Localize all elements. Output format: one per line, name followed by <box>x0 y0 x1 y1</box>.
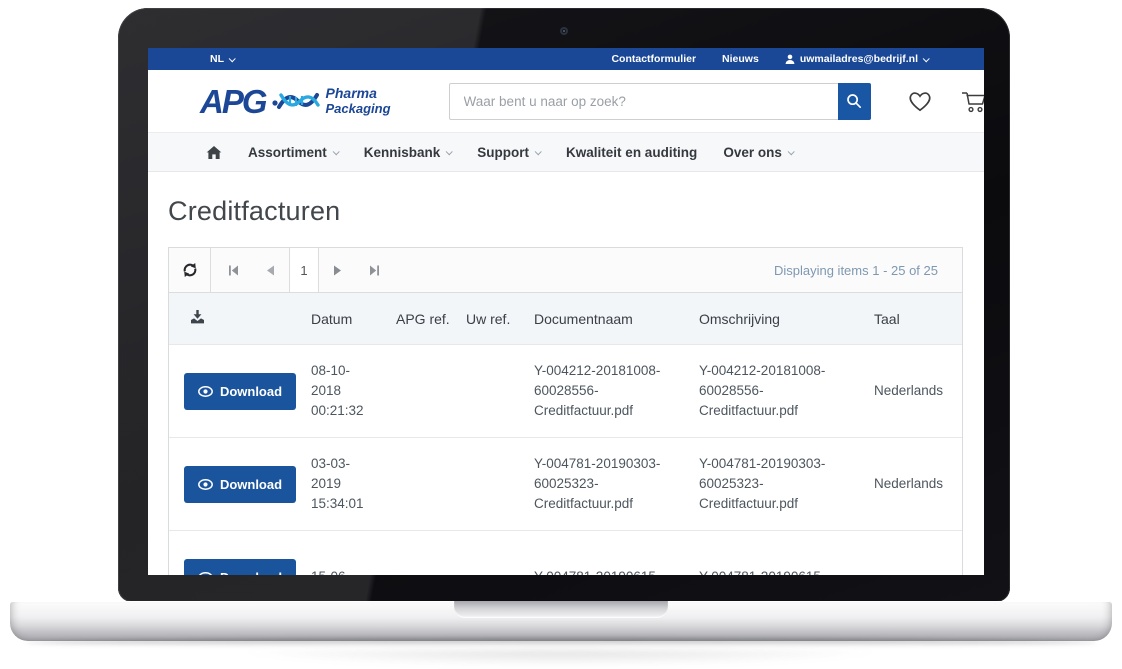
brand-logo[interactable]: APG Pharma Packaging <box>200 85 391 118</box>
grid-toolbar: 1 Displaying items 1 - 25 of 25 <box>169 248 962 292</box>
nav-item-kennisbank[interactable]: Kennisbank <box>364 145 452 160</box>
eye-icon <box>198 479 213 490</box>
laptop-reflection <box>210 650 910 668</box>
download-button[interactable]: Download <box>184 466 296 503</box>
next-page-button[interactable] <box>319 248 356 292</box>
grid-status: Displaying items 1 - 25 of 25 <box>774 248 962 292</box>
last-page-button[interactable] <box>356 248 393 292</box>
prev-page-icon <box>266 265 275 276</box>
search-button[interactable] <box>838 83 871 120</box>
chevron-down-icon <box>788 148 795 155</box>
brand-tagline: Pharma Packaging <box>326 86 391 116</box>
dna-logo-icon <box>272 86 320 116</box>
cell-documentnaam: Y-004781-20190303-60025323-Creditfactuur… <box>534 454 699 515</box>
brand-wordmark: APG <box>200 85 266 118</box>
home-icon <box>206 145 222 160</box>
nav-item-over-ons[interactable]: Over ons <box>723 145 793 160</box>
cell-taal: Nederlands <box>874 381 964 401</box>
nav-home[interactable] <box>206 145 222 160</box>
chevron-down-icon <box>332 148 339 155</box>
download-icon <box>189 309 206 325</box>
nav-item-assortiment[interactable]: Assortiment <box>248 145 338 160</box>
current-page-indicator[interactable]: 1 <box>289 248 319 292</box>
news-link[interactable]: Nieuws <box>722 53 759 65</box>
download-all-header[interactable] <box>169 309 311 328</box>
cell-documentnaam: Y-004781-20190615- <box>534 567 699 575</box>
account-email: uwmailadres@bedrijf.nl <box>800 53 918 65</box>
eye-icon <box>198 386 213 397</box>
laptop-shadow <box>26 638 1096 647</box>
heart-icon <box>907 89 933 113</box>
cell-omschrijving: Y-004212-20181008-60028556-Creditfactuur… <box>699 361 874 422</box>
table-row: Download 15-06- Y-004781-20190615- Y-004… <box>169 530 962 575</box>
cart-button[interactable] <box>959 88 984 114</box>
download-button[interactable]: Download <box>184 373 296 410</box>
account-menu[interactable]: uwmailadres@bedrijf.nl <box>785 53 928 65</box>
cell-taal: Nederlands <box>874 474 964 494</box>
contact-link[interactable]: Contactformulier <box>611 53 696 65</box>
laptop-screen: NL Contactformulier Nieuws uwmailadres@b… <box>148 48 984 575</box>
chevron-down-icon <box>535 148 542 155</box>
nav-item-support[interactable]: Support <box>477 145 540 160</box>
table-row: Download 08-10-2018 00:21:32 Y-004212-20… <box>169 344 962 437</box>
top-utility-bar: NL Contactformulier Nieuws uwmailadres@b… <box>148 48 984 70</box>
col-header-omschrijving[interactable]: Omschrijving <box>699 311 874 327</box>
table-row: Download 03-03-2019 15:34:01 Y-004781-20… <box>169 437 962 530</box>
prev-page-button[interactable] <box>252 248 289 292</box>
nav-item-kwaliteit[interactable]: Kwaliteit en auditing <box>566 145 697 160</box>
documents-grid: 1 Displaying items 1 - 25 of 25 <box>168 247 963 575</box>
cell-omschrijving: Y-004781-20190303-60025323-Creditfactuur… <box>699 454 874 515</box>
page-content: Creditfacturen <box>148 172 984 575</box>
language-selector[interactable]: NL <box>210 53 234 65</box>
last-page-icon <box>369 265 380 276</box>
col-header-datum[interactable]: Datum <box>311 311 396 327</box>
col-header-taal[interactable]: Taal <box>874 311 964 327</box>
account-chevron-icon <box>923 55 930 62</box>
search-icon <box>846 93 862 109</box>
eye-icon <box>198 572 213 576</box>
cell-datum: 08-10-2018 00:21:32 <box>311 361 396 422</box>
search-input[interactable] <box>449 83 838 120</box>
main-nav: Assortiment Kennisbank Support Kwaliteit… <box>148 132 984 172</box>
next-page-icon <box>333 265 342 276</box>
site-header: APG Pharma Packaging <box>148 70 984 132</box>
grid-header-row: Datum APG ref. Uw ref. Documentnaam Omsc… <box>169 292 962 344</box>
download-button[interactable]: Download <box>184 559 296 576</box>
col-header-documentnaam[interactable]: Documentnaam <box>534 311 699 327</box>
cell-documentnaam: Y-004212-20181008-60028556-Creditfactuur… <box>534 361 699 422</box>
refresh-button[interactable] <box>169 248 211 292</box>
cell-omschrijving: Y-004781-20190615- <box>699 567 874 575</box>
language-label: NL <box>210 53 224 65</box>
search-bar <box>449 83 871 120</box>
wishlist-button[interactable] <box>907 89 933 113</box>
page-title: Creditfacturen <box>168 196 964 227</box>
cell-datum: 03-03-2019 15:34:01 <box>311 454 396 515</box>
col-header-apg-ref[interactable]: APG ref. <box>396 311 466 327</box>
first-page-button[interactable] <box>215 248 252 292</box>
refresh-icon <box>181 261 199 279</box>
user-icon <box>785 54 795 64</box>
laptop-mockup: NL Contactformulier Nieuws uwmailadres@b… <box>0 0 1122 669</box>
cell-datum: 15-06- <box>311 567 396 575</box>
chevron-down-icon <box>446 148 453 155</box>
first-page-icon <box>228 265 239 276</box>
laptop-lid-notch <box>454 601 668 618</box>
language-chevron-icon <box>229 55 236 62</box>
cart-icon <box>959 88 984 114</box>
webcam <box>560 27 568 35</box>
col-header-uw-ref[interactable]: Uw ref. <box>466 311 534 327</box>
